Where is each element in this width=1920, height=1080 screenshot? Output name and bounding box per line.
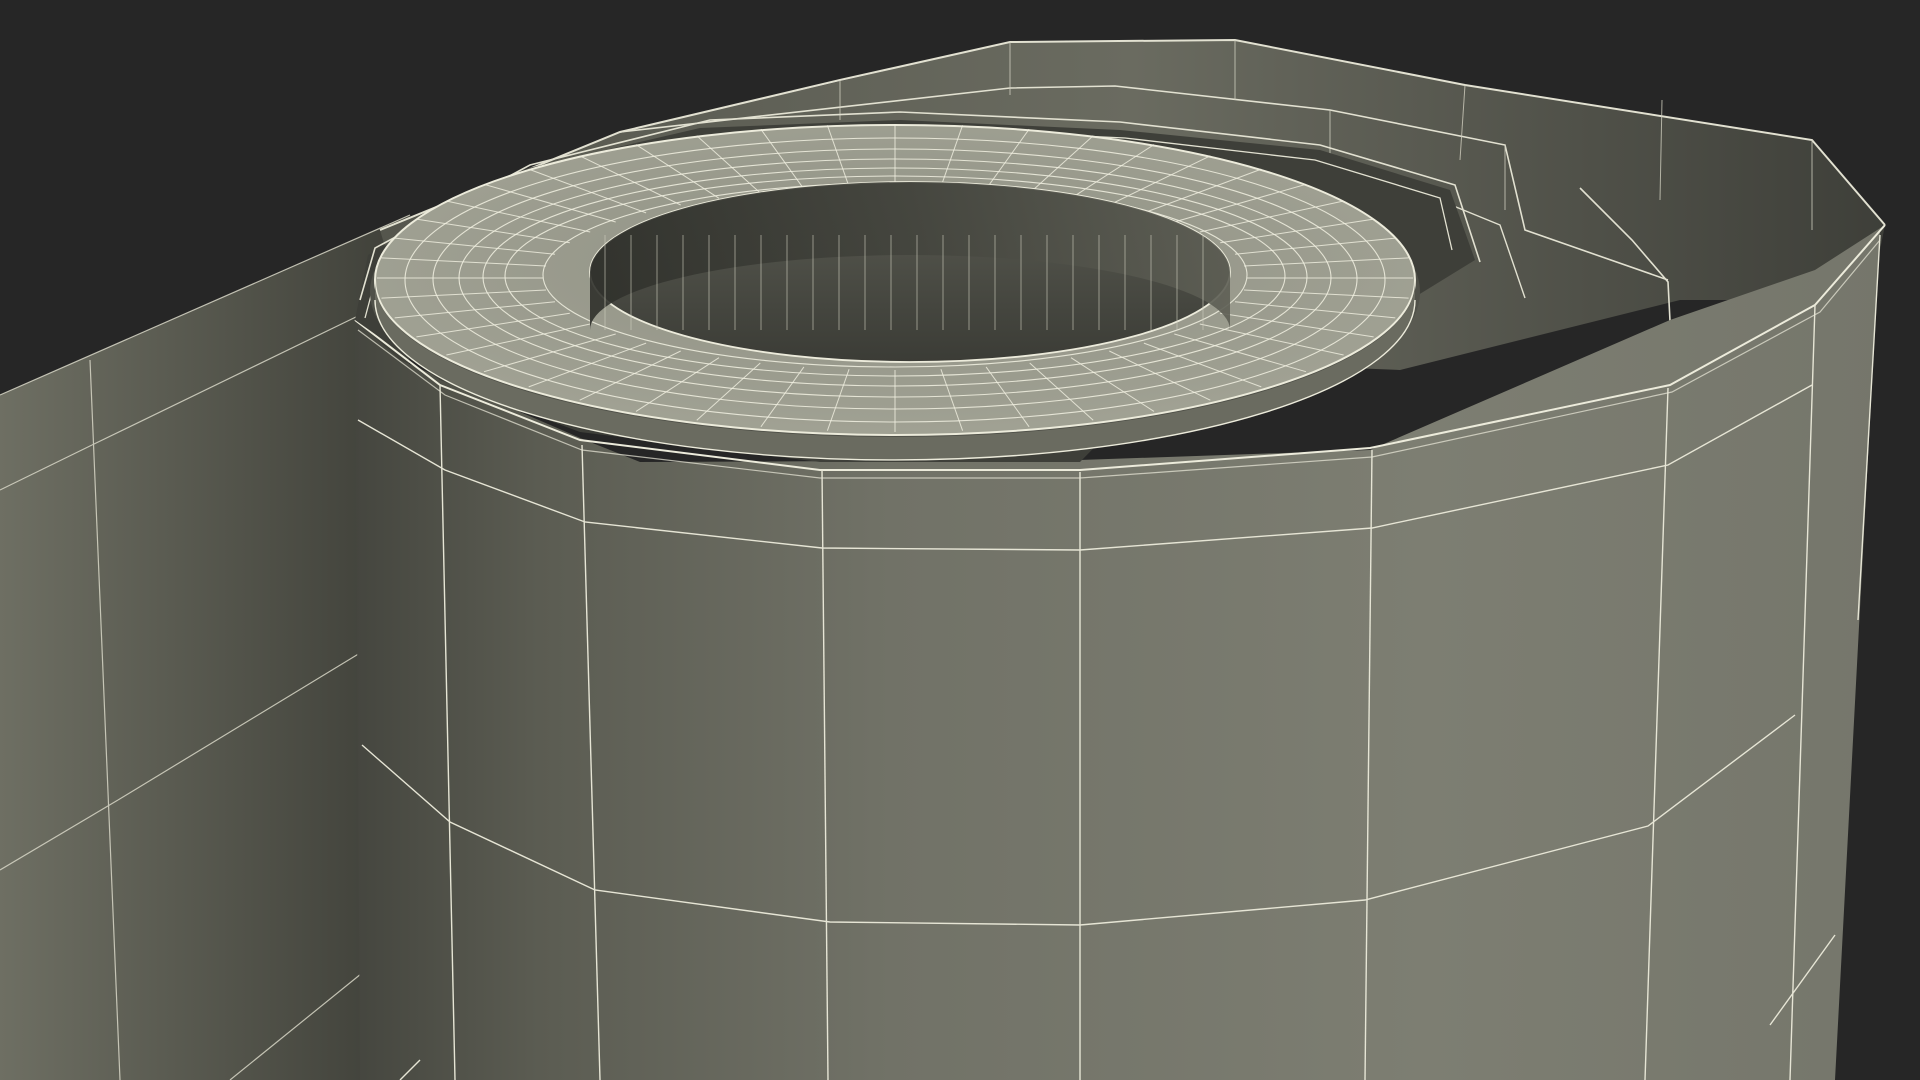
render-canvas [0, 38, 1886, 1080]
render-viewport [0, 0, 1920, 1080]
roll-core-ring [370, 124, 1420, 461]
unrolled-sheet [0, 214, 411, 1080]
